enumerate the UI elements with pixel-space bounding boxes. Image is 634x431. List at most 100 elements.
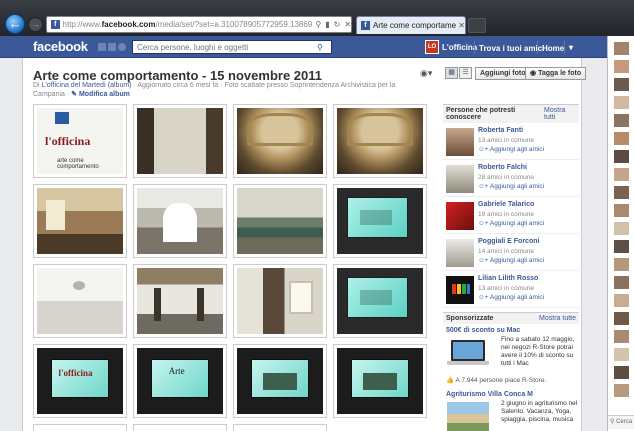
add-friend-link[interactable]: ☺+ Aggiungi agli amici bbox=[478, 183, 544, 190]
list-view-button[interactable]: ☰ bbox=[459, 67, 472, 79]
mutual-friends[interactable]: 13 amici in comune bbox=[478, 285, 534, 292]
avatar[interactable] bbox=[614, 366, 629, 379]
avatar[interactable] bbox=[614, 150, 629, 163]
friend-requests-icon[interactable] bbox=[98, 43, 106, 51]
photo-thumbnail[interactable]: l'officina bbox=[33, 344, 127, 418]
mutual-friends[interactable]: 28 amici in comune bbox=[478, 174, 534, 181]
avatar[interactable] bbox=[614, 42, 629, 55]
mutual-friends[interactable]: 19 amici in comune bbox=[478, 211, 534, 218]
notifications-icon[interactable] bbox=[118, 43, 126, 51]
avatar[interactable] bbox=[614, 114, 629, 127]
avatar[interactable] bbox=[614, 222, 629, 235]
photo-thumbnail[interactable] bbox=[233, 344, 327, 418]
forward-button[interactable]: → bbox=[28, 17, 43, 32]
photo-thumbnail[interactable] bbox=[333, 184, 427, 258]
avatar[interactable] bbox=[446, 128, 474, 156]
ad-likes-text: A 7.944 persone piace R-Store. bbox=[455, 377, 547, 384]
suggested-person: Roberta Fanti 13 amici in comune ☺+ Aggi… bbox=[443, 123, 579, 160]
photo-thumbnail[interactable] bbox=[133, 184, 227, 258]
photo-thumbnail[interactable] bbox=[333, 104, 427, 178]
back-button[interactable]: ← bbox=[5, 14, 25, 34]
refresh-icon[interactable]: ↻ bbox=[334, 20, 341, 29]
add-friend-link[interactable]: ☺+ Aggiungi agli amici bbox=[478, 146, 544, 153]
photo-thumbnail[interactable] bbox=[133, 424, 227, 431]
person-name-link[interactable]: Lilian Lilith Rosso bbox=[478, 275, 538, 282]
photo-thumbnail[interactable]: Arte bbox=[133, 344, 227, 418]
avatar[interactable] bbox=[614, 312, 629, 325]
avatar[interactable] bbox=[614, 204, 629, 217]
profile-link[interactable]: LO L'officina bbox=[425, 40, 477, 54]
photo-thumbnail[interactable] bbox=[333, 264, 427, 338]
avatar[interactable] bbox=[614, 384, 629, 397]
album-owner-link[interactable]: L'officina del Martedì (album) bbox=[42, 82, 132, 89]
ad-item[interactable]: 500€ di sconto su Mac Fino a sabato 12 m… bbox=[443, 324, 579, 388]
avatar[interactable] bbox=[614, 186, 629, 199]
avatar[interactable] bbox=[614, 60, 629, 73]
photo-thumbnail[interactable] bbox=[33, 424, 127, 431]
messages-icon[interactable] bbox=[108, 43, 116, 51]
close-icon[interactable]: ✕ bbox=[344, 20, 351, 29]
account-menu-chevron-down-icon[interactable]: ▾ bbox=[569, 43, 573, 52]
chat-search[interactable]: ⚲ Cerca bbox=[608, 415, 634, 429]
avatar[interactable] bbox=[614, 132, 629, 145]
avatar[interactable] bbox=[614, 96, 629, 109]
photo-thumbnail[interactable] bbox=[233, 104, 327, 178]
person-name-link[interactable]: Roberta Fanti bbox=[478, 127, 523, 134]
avatar[interactable] bbox=[446, 239, 474, 267]
ad-headline[interactable]: Agriturismo Villa Conca M bbox=[443, 388, 579, 400]
home-link[interactable]: Home bbox=[542, 44, 564, 53]
search-box[interactable]: ⚲ bbox=[132, 40, 332, 54]
new-tab-button[interactable] bbox=[468, 18, 486, 33]
avatar[interactable] bbox=[614, 276, 629, 289]
person-name-link[interactable]: Gabriele Talarico bbox=[478, 201, 534, 208]
photo-thumbnail[interactable] bbox=[33, 264, 127, 338]
grid-view-button[interactable]: ▦ bbox=[445, 67, 458, 79]
avatar[interactable] bbox=[446, 165, 474, 193]
photo-thumbnail[interactable] bbox=[233, 184, 327, 258]
add-friend-link[interactable]: ☺+ Aggiungi agli amici bbox=[478, 257, 544, 264]
facebook-logo[interactable]: facebook bbox=[33, 39, 88, 54]
photo-thumbnail[interactable] bbox=[33, 184, 127, 258]
add-friend-link[interactable]: ☺+ Aggiungi agli amici bbox=[478, 220, 544, 227]
add-friend-link[interactable]: ☺+ Aggiungi agli amici bbox=[478, 294, 544, 301]
avatar[interactable] bbox=[446, 276, 474, 304]
photo-thumbnail[interactable] bbox=[133, 104, 227, 178]
ad-image bbox=[447, 402, 489, 431]
tab-close-icon[interactable]: ✕ bbox=[458, 21, 465, 30]
ad-item[interactable]: Agriturismo Villa Conca M 2 giugno in ag… bbox=[443, 388, 579, 431]
search-icon[interactable]: ⚲ bbox=[317, 43, 323, 52]
search-icon[interactable]: ⚲ bbox=[315, 20, 321, 29]
person-name-link[interactable]: Roberto Falchi bbox=[478, 164, 527, 171]
tag-photos-button[interactable]: ◉ Tagga le foto bbox=[525, 67, 587, 80]
add-photos-button[interactable]: Aggiungi foto bbox=[475, 67, 531, 80]
person-name-link[interactable]: Poggiali E Forconi bbox=[478, 238, 539, 245]
browser-tab[interactable]: f Arte come comportamento... ✕ bbox=[356, 16, 466, 34]
avatar[interactable] bbox=[614, 78, 629, 91]
pymk-see-all-link[interactable]: Mostra tutti bbox=[544, 107, 576, 121]
photo-thumbnail[interactable] bbox=[233, 424, 327, 431]
album-meta: Di L'officina del Martedì (album) · Aggi… bbox=[33, 81, 423, 99]
avatar[interactable] bbox=[614, 294, 629, 307]
avatar[interactable] bbox=[614, 168, 629, 181]
search-input[interactable] bbox=[137, 42, 317, 52]
privacy-globe-icon[interactable]: ◉▾ bbox=[420, 68, 432, 79]
sponsored-see-all-link[interactable]: Mostra tutte bbox=[539, 315, 576, 322]
avatar[interactable] bbox=[446, 202, 474, 230]
photo-thumbnail[interactable]: l'officina arte come comportamento bbox=[33, 104, 127, 178]
facebook-header: facebook ⚲ LO L'officina Trova i tuoi am… bbox=[0, 36, 634, 58]
mutual-friends[interactable]: 14 amici in comune bbox=[478, 248, 534, 255]
ad-likes[interactable]: 👍 A 7.944 persone piace R-Store. bbox=[443, 376, 579, 388]
avatar[interactable] bbox=[614, 240, 629, 253]
address-bar[interactable]: f http://www.facebook.com/media/set/?set… bbox=[46, 16, 352, 33]
find-friends-link[interactable]: Trova i tuoi amici bbox=[479, 44, 544, 53]
avatar[interactable] bbox=[614, 258, 629, 271]
edit-album-link[interactable]: ✎ Modifica album bbox=[71, 91, 130, 98]
avatar[interactable] bbox=[614, 348, 629, 361]
mutual-friends[interactable]: 13 amici in comune bbox=[478, 137, 534, 144]
ad-headline[interactable]: 500€ di sconto su Mac bbox=[443, 324, 579, 336]
photo-thumbnail[interactable] bbox=[233, 264, 327, 338]
lock-icon[interactable]: ▮ bbox=[325, 20, 329, 29]
photo-thumbnail[interactable] bbox=[333, 344, 427, 418]
avatar[interactable] bbox=[614, 330, 629, 343]
photo-thumbnail[interactable] bbox=[133, 264, 227, 338]
